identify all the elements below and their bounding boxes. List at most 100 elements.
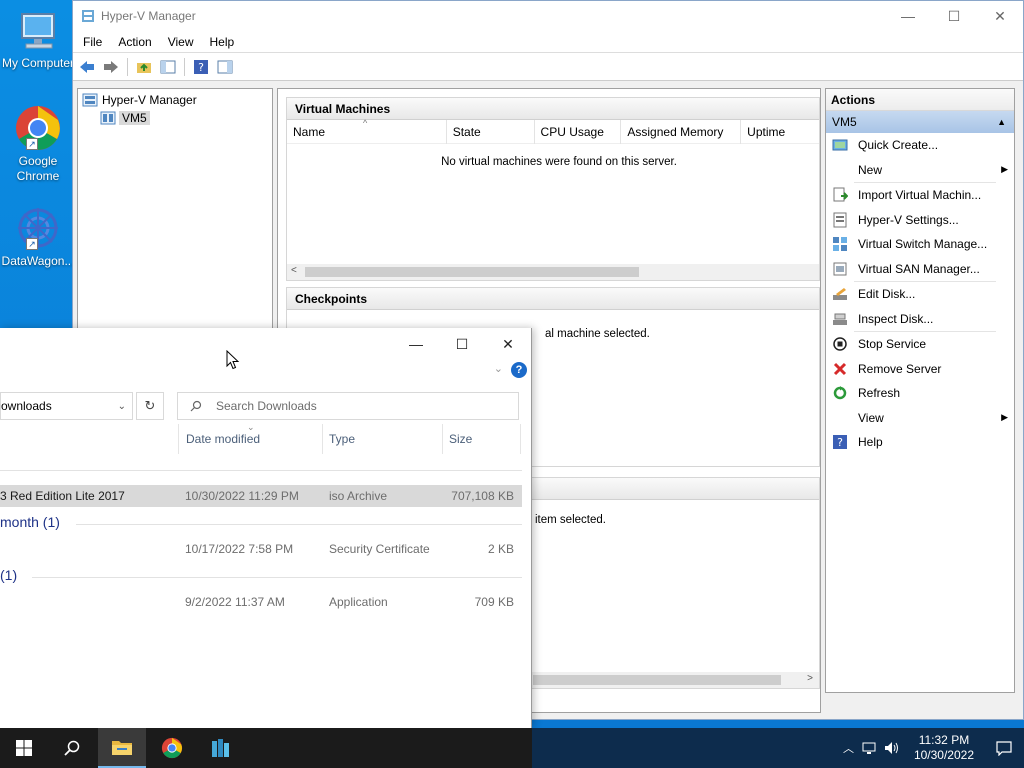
vm-hscrollbar[interactable]: < [287,264,819,280]
actions-section-label: VM5 [832,115,857,129]
address-bar[interactable]: ownloads ⌄ [0,392,133,420]
explorer-close-button[interactable]: ✕ [485,328,531,360]
notification-icon [996,741,1012,756]
settings-icon [832,212,848,228]
explorer-column-headers: Date modified ⌄ Type Size [0,422,532,454]
file-row[interactable]: 10/17/2022 7:58 PM Security Certificate … [0,538,522,560]
explorer-titlebar[interactable]: — ☐ ✕ [0,328,531,360]
show-hidden-icons-icon[interactable]: ︿ [843,740,854,756]
desktop-icon-my-computer[interactable]: My Computer [0,6,76,71]
menu-file[interactable]: File [75,35,110,49]
network-icon[interactable] [862,741,878,755]
scroll-left-icon[interactable]: < [291,265,297,276]
desktop-icon-label: DataWagon... [1,254,75,268]
action-refresh[interactable]: Refresh [826,381,1014,406]
start-button[interactable] [0,728,48,768]
edit-disk-icon [832,286,848,302]
menu-action[interactable]: Action [110,35,159,49]
col-state[interactable]: State [447,119,535,144]
inspect-disk-icon [832,311,848,327]
taskbar-clock[interactable]: 11:32 PM 10/30/2022 [914,733,974,763]
svg-text:?: ? [837,436,843,449]
refresh-icon: ↻ [144,398,156,413]
desktop-icon-chrome[interactable]: ↗ Google Chrome [0,104,76,184]
desktop-icon-label: My Computer [1,56,75,70]
explorer-navbar: ownloads ⌄ ↻ Search Downloads [0,384,531,428]
tree-root-label: Hyper-V Manager [102,93,197,107]
show-actions-button[interactable] [215,57,235,77]
action-edit-disk[interactable]: Edit Disk... [826,282,1014,307]
menu-help[interactable]: Help [202,35,243,49]
close-button[interactable]: ✕ [977,1,1023,31]
datawagon-icon: ↗ [14,204,62,252]
explorer-ribbon: ⌄ ? [0,360,531,384]
col-name[interactable]: Name ^ [287,118,447,144]
desktop-icon-datawagon[interactable]: ↗ DataWagon... [0,204,76,269]
col-size[interactable]: Size [443,424,521,454]
action-virtual-switch-manager[interactable]: Virtual Switch Manage... [826,232,1014,257]
hyperv-app-icon [82,10,94,22]
help-icon: ? [832,434,848,450]
action-inspect-disk[interactable]: Inspect Disk... [826,307,1014,332]
forward-button[interactable] [101,57,121,77]
chevron-down-icon[interactable]: ⌄ [118,401,126,412]
show-tree-button[interactable] [158,57,178,77]
collapse-up-icon[interactable]: ▲ [997,117,1006,127]
search-icon [64,740,80,756]
explorer-minimize-button[interactable]: — [393,328,439,360]
up-folder-button[interactable] [134,57,154,77]
volume-icon[interactable] [884,741,900,755]
action-remove-server[interactable]: Remove Server [826,357,1014,382]
col-uptime[interactable]: Uptime [741,120,819,144]
action-view[interactable]: View ▶ [826,406,1014,431]
action-quick-create[interactable]: Quick Create... [826,133,1014,158]
minimize-button[interactable]: — [885,1,931,31]
actions-section-vm5[interactable]: VM5 ▲ [826,111,1014,133]
actions-pane: Actions VM5 ▲ Quick Create... New ▶ Impo… [825,88,1015,693]
notifications-button[interactable] [984,728,1024,768]
search-taskbar-button[interactable] [48,728,96,768]
hyperv-titlebar[interactable]: Hyper-V Manager — ☐ ✕ [73,1,1023,31]
server-icon [100,111,116,125]
switch-icon [832,236,848,252]
scroll-right-icon[interactable]: > [807,673,813,684]
col-type[interactable]: Type [323,424,443,454]
tree-item-root[interactable]: Hyper-V Manager [78,91,272,109]
col-cpu-usage[interactable]: CPU Usage [535,119,622,144]
tree-item-vm5[interactable]: VM5 [78,109,272,127]
svg-text:?: ? [198,61,204,74]
maximize-button[interactable]: ☐ [931,1,977,31]
details-scroll-thumb[interactable] [533,675,781,685]
col-assigned-memory[interactable]: Assigned Memory [621,119,742,144]
col-date-modified[interactable]: Date modified ⌄ [178,422,323,454]
group-header-earlier[interactable]: (1) [0,567,17,583]
back-button[interactable] [77,57,97,77]
server-manager-icon [212,739,229,757]
action-hyperv-settings[interactable]: Hyper-V Settings... [826,208,1014,233]
action-stop-service[interactable]: Stop Service [826,332,1014,357]
action-new[interactable]: New ▶ [826,158,1014,183]
search-box[interactable]: Search Downloads [177,392,519,420]
sort-down-icon: ⌄ [247,422,255,432]
menu-view[interactable]: View [160,35,202,49]
system-tray: ︿ 11:32 PM 10/30/2022 [843,728,1024,768]
scroll-thumb[interactable] [305,267,639,277]
refresh-button[interactable]: ↻ [136,392,164,420]
taskbar-chrome[interactable] [148,728,196,768]
file-row-selected[interactable]: 3 Red Edition Lite 2017 10/30/2022 11:29… [0,485,522,507]
group-header-last-month[interactable]: month (1) [0,514,60,530]
action-help[interactable]: ? Help [826,430,1014,455]
action-virtual-san-manager[interactable]: Virtual SAN Manager... [826,257,1014,282]
expand-ribbon-icon[interactable]: ⌄ [494,362,503,375]
arrow-right-icon [104,60,118,73]
search-placeholder: Search Downloads [216,399,317,413]
explorer-maximize-button[interactable]: ☐ [439,328,485,360]
taskbar-server-manager[interactable] [196,728,244,768]
action-import-vm[interactable]: Import Virtual Machin... [826,183,1014,208]
help-toolbar-button[interactable]: ? [191,57,211,77]
actions-title: Actions [826,89,1014,111]
vm-column-headers: Name ^ State CPU Usage Assigned Memory Up… [287,118,819,144]
help-icon[interactable]: ? [511,362,527,378]
file-row[interactable]: 9/2/2022 11:37 AM Application 709 KB [0,591,522,613]
taskbar-file-explorer[interactable] [98,728,146,768]
